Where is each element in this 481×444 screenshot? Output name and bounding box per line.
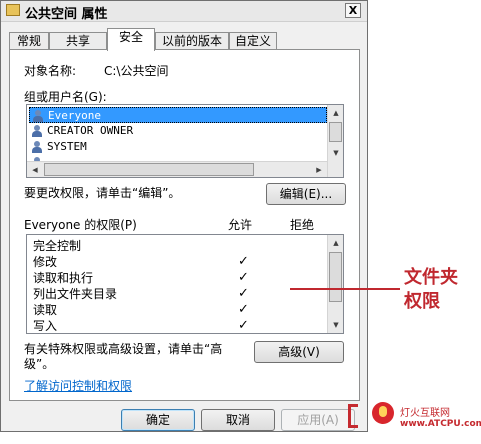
- scroll-down-icon[interactable]: ▼: [328, 317, 343, 333]
- check-icon: ✓: [238, 270, 249, 285]
- window-title: 公共空间 属性: [25, 7, 108, 22]
- permission-list-vscroll[interactable]: ▲ ▼: [327, 235, 343, 333]
- watermark-bracket: [348, 404, 358, 428]
- tab-sharing[interactable]: 共享: [49, 32, 107, 50]
- users-icon: [32, 110, 44, 122]
- watermark-url: www.ATCPU.com: [400, 419, 481, 429]
- scroll-down-icon[interactable]: ▼: [328, 145, 343, 161]
- advanced-hint-line2: 级”。: [24, 357, 55, 371]
- tab-customize[interactable]: 自定义: [229, 32, 277, 50]
- flame-logo-icon: [372, 402, 394, 424]
- user-row[interactable]: Everyone: [29, 107, 327, 123]
- tab-security[interactable]: 安全: [107, 28, 155, 51]
- permission-row: 写入 ✓: [33, 318, 249, 333]
- permission-row: 读取 ✓: [33, 302, 249, 317]
- user-list[interactable]: Everyone CREATOR OWNER SYSTEM ... ▲ ▼ ◀: [26, 104, 344, 178]
- security-panel: 对象名称: C:\公共空间 组或用户名(G): Everyone CREATOR…: [9, 49, 360, 401]
- user-row[interactable]: SYSTEM: [29, 139, 329, 155]
- permissions-header: Everyone 的权限(P): [24, 218, 137, 232]
- scroll-left-icon[interactable]: ◀: [27, 162, 43, 177]
- tab-previous-versions[interactable]: 以前的版本: [155, 32, 229, 50]
- check-icon: ✓: [238, 302, 249, 317]
- check-icon: ✓: [238, 286, 249, 301]
- group-list-label: 组或用户名(G):: [24, 90, 107, 104]
- user-icon: [31, 125, 43, 137]
- scroll-right-icon[interactable]: ▶: [311, 162, 327, 177]
- annotation-line2: 权限: [404, 291, 440, 312]
- scroll-thumb[interactable]: [329, 122, 342, 142]
- annotation-pointer-line: [290, 288, 400, 290]
- change-hint: 要更改权限，请单击“编辑”。: [24, 186, 181, 200]
- annotation-line1: 文件夹: [404, 267, 458, 288]
- title-bar: 公共空间 属性 X: [1, 1, 367, 22]
- scroll-up-icon[interactable]: ▲: [328, 105, 343, 121]
- access-control-help-link[interactable]: 了解访问控制和权限: [24, 377, 132, 394]
- scroll-thumb[interactable]: [329, 252, 342, 302]
- hscroll-thumb[interactable]: [44, 163, 254, 176]
- properties-dialog: 公共空间 属性 X 常规 共享 安全 以前的版本 自定义 对象名称: C:\公共…: [0, 0, 368, 432]
- tab-general[interactable]: 常规: [9, 32, 49, 50]
- user-row[interactable]: CREATOR OWNER: [29, 123, 329, 139]
- check-icon: ✓: [238, 318, 249, 333]
- ok-button[interactable]: 确定: [121, 409, 195, 431]
- watermark-text: 灯火互联网: [400, 408, 450, 419]
- folder-icon: [6, 4, 20, 16]
- permission-row: 列出文件夹目录 ✓: [33, 286, 249, 301]
- edit-button[interactable]: 编辑(E)...: [266, 183, 346, 205]
- permission-row: 修改 ✓: [33, 254, 249, 269]
- advanced-button[interactable]: 高级(V): [254, 341, 344, 363]
- user-list-vscroll[interactable]: ▲ ▼: [327, 105, 343, 177]
- deny-header: 拒绝: [290, 218, 315, 232]
- permission-row: 读取和执行 ✓: [33, 270, 249, 285]
- permission-row: 完全控制: [33, 239, 82, 253]
- cancel-button[interactable]: 取消: [201, 409, 275, 431]
- permission-list: 完全控制 修改 ✓ 读取和执行 ✓ 列出文件夹目录 ✓ 读取 ✓ 写入 ✓ ▲ …: [26, 234, 344, 334]
- object-name-label: 对象名称:: [24, 64, 77, 78]
- apply-button[interactable]: 应用(A): [281, 409, 355, 431]
- close-button[interactable]: X: [345, 3, 361, 18]
- check-icon: ✓: [238, 254, 249, 269]
- user-list-hscroll[interactable]: ◀ ▶: [27, 161, 327, 177]
- allow-header: 允许: [228, 218, 253, 232]
- scroll-up-icon[interactable]: ▲: [328, 235, 343, 251]
- object-name-value: C:\公共空间: [104, 64, 169, 78]
- user-icon: [31, 141, 43, 153]
